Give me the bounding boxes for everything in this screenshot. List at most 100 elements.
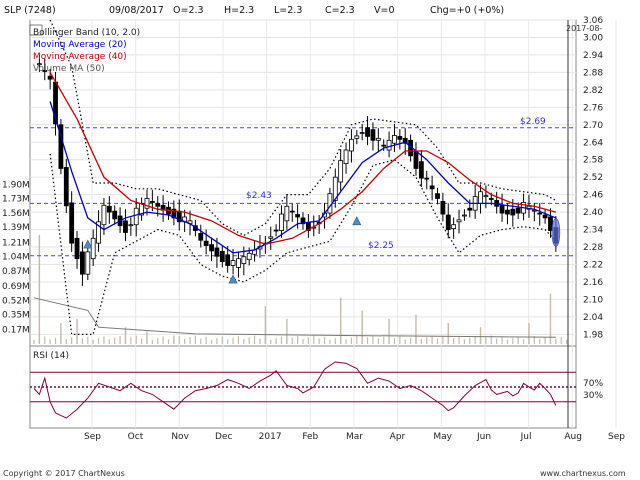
candle-body: [133, 207, 139, 226]
candle-body: [241, 256, 247, 264]
candle-body: [354, 135, 360, 139]
candle-body: [101, 204, 107, 226]
candle-body: [349, 138, 354, 152]
price-tick-label: 2.82: [583, 86, 603, 96]
x-tick-label: Sep: [84, 432, 101, 442]
candle-body: [365, 127, 370, 137]
price-tick-label: 3.00: [583, 33, 603, 43]
support-resistance-levels: [30, 127, 576, 257]
price-tick-label: 2.70: [583, 121, 603, 131]
price-tick-label: 2.04: [583, 313, 603, 323]
volume-tick-label: 1.39M: [2, 223, 30, 233]
level-label-269: $2.69: [520, 117, 546, 127]
volume-tick-label: 0.17M: [2, 326, 30, 336]
candle-body: [149, 201, 155, 203]
x-tick-label: Mar: [346, 432, 363, 442]
website: www.chartnexus.com: [540, 469, 626, 478]
candle-body: [289, 210, 295, 213]
candle-body: [338, 160, 344, 183]
signal-marker-icon: [228, 274, 238, 284]
price-tick-label: 2.16: [583, 278, 603, 288]
candle-body: [429, 185, 435, 190]
candle-body: [295, 214, 301, 218]
x-tick-label: Jul: [520, 432, 532, 442]
candle-body: [386, 139, 392, 151]
price-tick-label: 2.88: [583, 68, 603, 78]
candle-body: [273, 229, 279, 232]
price-tick-label: 2.46: [583, 191, 603, 201]
candle-body: [505, 209, 510, 215]
price-tick-label: 2.76: [583, 103, 603, 113]
candle-body: [69, 202, 75, 244]
candle-body: [214, 247, 220, 257]
change-label: Chg=+0 (+0%): [430, 5, 504, 16]
x-tick-label: 2017: [259, 432, 282, 442]
candle-body: [392, 135, 397, 144]
price-tick-label: 2.64: [583, 138, 603, 148]
candle-body: [209, 244, 214, 252]
price-tick-label: 2.10: [583, 295, 603, 305]
candle-body: [225, 254, 231, 266]
rsi-line: [33, 361, 557, 419]
legend-ma40: Moving Average (40): [33, 52, 127, 62]
candle-body: [85, 251, 91, 275]
highlight-marker: [551, 218, 561, 247]
legend-ma20: Moving Average (20): [33, 40, 127, 50]
x-tick-label: May: [433, 432, 452, 442]
price-tick-label: 2.34: [583, 226, 603, 236]
volume-tick-label: 1.90M: [2, 180, 30, 190]
candle-body: [112, 210, 118, 220]
candle-body: [90, 237, 96, 260]
signal-marker-icon: [83, 239, 93, 249]
x-tick-label: Oct: [128, 432, 144, 442]
candle-body: [203, 240, 209, 246]
candle-body: [47, 75, 53, 80]
candle-body: [198, 233, 204, 241]
candle-body: [478, 191, 483, 204]
x-tick-label: Nov: [171, 432, 189, 442]
rsi-title: RSI (14): [33, 351, 69, 361]
candle-body: [467, 207, 473, 211]
candle-body: [537, 212, 543, 215]
candle-body: [284, 205, 290, 222]
price-tick-label: 2.22: [583, 261, 603, 271]
candle-body: [128, 224, 134, 227]
candle-body: [542, 214, 548, 219]
x-tick-label: Aug: [564, 432, 582, 442]
candle-body: [359, 132, 365, 134]
candle-body: [397, 136, 403, 140]
volume-tick-label: 1.56M: [2, 209, 30, 219]
x-tick-label: Apr: [390, 432, 406, 442]
volume-tick-label: 0.35M: [2, 311, 30, 321]
candle-body: [74, 237, 80, 260]
candle-body: [375, 137, 381, 141]
candle-body: [370, 129, 376, 141]
volume-layer: [33, 234, 568, 344]
candle-body: [515, 207, 521, 214]
candle-body: [461, 214, 467, 217]
volume-tick-label: 0.52M: [2, 296, 30, 306]
high-label: H=2.3: [224, 5, 254, 16]
price-tick-label: 2.28: [583, 243, 603, 253]
price-tick-label: 2.58: [583, 156, 603, 166]
x-tick-label: Sep: [608, 432, 625, 442]
stock-chart: SLP (7248) 09/08/2017 O=2.3 H=2.3 L=2.3 …: [2, 5, 626, 478]
volume-tick-label: 0.87M: [2, 267, 30, 277]
candle-body: [246, 252, 252, 261]
candle-body: [381, 144, 387, 147]
rsi-level-70: 70%: [583, 379, 603, 389]
candle-body: [488, 198, 494, 200]
candle-body: [268, 236, 274, 239]
price-tick-label: 2.40: [583, 208, 603, 218]
candle-body: [451, 224, 457, 230]
candle-body: [424, 177, 430, 180]
level-label-243: $2.43: [246, 191, 272, 201]
candle-body: [219, 251, 225, 262]
candle-body: [230, 260, 236, 266]
cursor-date-label: 2017-08-: [566, 24, 602, 33]
date-label: 09/08/2017: [109, 5, 164, 16]
close-label: C=2.3: [325, 5, 355, 16]
candle-body: [343, 149, 349, 164]
price-tick-label: 2.94: [583, 51, 603, 61]
candle-body: [63, 167, 69, 207]
